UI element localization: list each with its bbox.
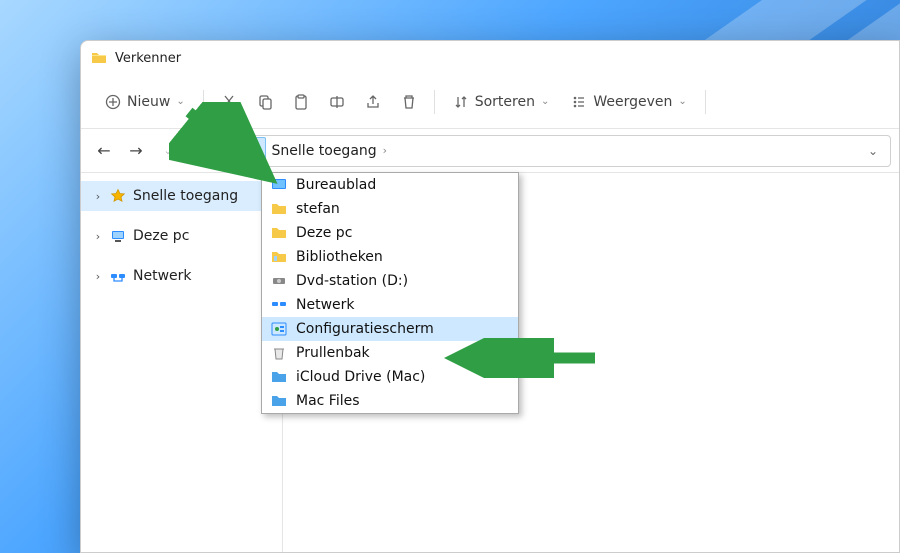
forward-button[interactable]: → <box>121 136 151 166</box>
chevron-down-icon: ⌄ <box>541 97 549 107</box>
pc-icon <box>110 228 126 244</box>
dropdown-item-label: Bureaublad <box>296 177 376 193</box>
dropdown-item-this-pc[interactable]: Deze pc <box>262 221 518 245</box>
dvd-icon <box>270 272 288 290</box>
sidebar-item-label: Deze pc <box>133 228 189 244</box>
annotation-arrow <box>169 102 299 212</box>
dropdown-item-dvd[interactable]: Dvd-station (D:) <box>262 269 518 293</box>
view-button-label: Weergeven <box>593 95 672 109</box>
folder-icon <box>91 50 107 66</box>
sidebar-item-network[interactable]: › Netwerk <box>81 261 282 291</box>
back-button[interactable]: ← <box>89 136 119 166</box>
dropdown-item-label: Netwerk <box>296 297 355 313</box>
dropdown-item-label: Dvd-station (D:) <box>296 273 408 289</box>
dropdown-item-label: Bibliotheken <box>296 249 383 265</box>
chevron-right-icon: › <box>93 230 103 243</box>
share-button[interactable] <box>356 87 390 117</box>
address-history-chevron[interactable]: ⌄ <box>860 144 886 158</box>
chevron-right-icon: › <box>383 144 387 157</box>
sort-button-label: Sorteren <box>475 95 535 109</box>
address-bar[interactable]: ⌄ Snelle toegang › ⌄ <box>223 135 891 167</box>
dropdown-item-desktop[interactable]: Bureaublad <box>262 173 518 197</box>
sort-button[interactable]: Sorteren ⌄ <box>443 88 560 116</box>
chevron-down-icon: ⌄ <box>678 97 686 107</box>
window-title: Verkenner <box>115 51 181 66</box>
dropdown-item-label: Deze pc <box>296 225 352 241</box>
view-button[interactable]: Weergeven ⌄ <box>561 88 696 116</box>
dropdown-item-label: iCloud Drive (Mac) <box>296 369 425 385</box>
folder-icon <box>270 392 288 410</box>
chevron-right-icon: › <box>93 190 103 203</box>
sidebar-item-label: Netwerk <box>133 268 192 284</box>
new-button-label: Nieuw <box>127 95 170 109</box>
separator <box>434 90 435 114</box>
dropdown-item-label: Mac Files <box>296 393 360 409</box>
dropdown-item-network[interactable]: Netwerk <box>262 293 518 317</box>
dropdown-item-user[interactable]: stefan <box>262 197 518 221</box>
delete-button[interactable] <box>392 87 426 117</box>
recycle-bin-icon <box>270 344 288 362</box>
dropdown-item-libraries[interactable]: Bibliotheken <box>262 245 518 269</box>
separator <box>705 90 706 114</box>
rename-button[interactable] <box>320 87 354 117</box>
navigation-pane: › Snelle toegang › Deze pc › Netwerk <box>81 173 283 552</box>
chevron-right-icon: › <box>93 270 103 283</box>
dropdown-item-label: Prullenbak <box>296 345 370 361</box>
control-panel-icon <box>270 320 288 338</box>
dropdown-item-label: Configuratiescherm <box>296 321 434 337</box>
libraries-icon <box>270 248 288 266</box>
sidebar-item-this-pc[interactable]: › Deze pc <box>81 221 282 251</box>
dropdown-item-label: stefan <box>296 201 340 217</box>
annotation-arrow <box>435 338 605 378</box>
star-icon <box>110 188 126 204</box>
network-icon <box>270 296 288 314</box>
title-bar: Verkenner <box>81 41 899 75</box>
folder-icon <box>270 368 288 386</box>
network-icon <box>110 268 126 284</box>
folder-icon <box>270 224 288 242</box>
dropdown-item-mac-files[interactable]: Mac Files <box>262 389 518 413</box>
